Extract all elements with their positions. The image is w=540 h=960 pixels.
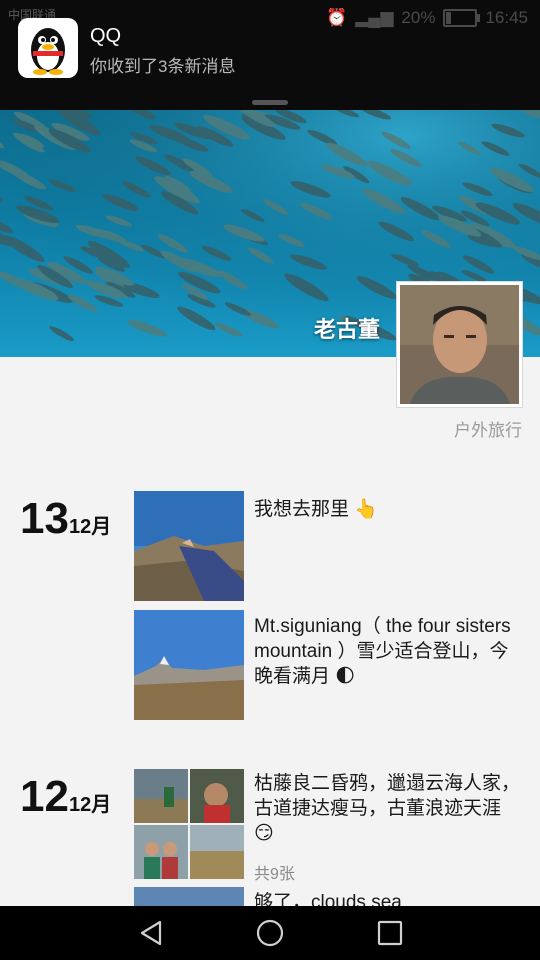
post-text[interactable]: Mt.siguniang（ the four sisters mountain … bbox=[254, 614, 524, 689]
smirk-emoji-icon: 😏 bbox=[254, 823, 274, 844]
notification-app-name: QQ bbox=[90, 25, 122, 47]
date-label: 1312月 bbox=[20, 494, 111, 544]
battery-icon bbox=[443, 9, 481, 27]
post-photo[interactable] bbox=[190, 769, 244, 823]
date-label: 1212月 bbox=[20, 772, 111, 822]
signal-icon: ▂▄▆ bbox=[355, 8, 394, 27]
alarm-icon: ⏰ bbox=[326, 8, 348, 27]
recents-square-icon[interactable] bbox=[375, 918, 405, 948]
home-circle-icon[interactable] bbox=[255, 918, 285, 948]
post-caption: Mt.siguniang（ the four sisters mountain … bbox=[254, 616, 511, 687]
post-photo[interactable] bbox=[190, 825, 244, 879]
post-caption: 枯藤良二昏鸦，邋遢云海人家，古道捷达瘦马，古董浪迹天涯 bbox=[254, 773, 521, 819]
post-text[interactable]: 够了，clouds sea bbox=[254, 890, 524, 906]
avatar[interactable] bbox=[396, 281, 523, 408]
month-label: 12月 bbox=[68, 516, 112, 538]
day-number: 12 bbox=[20, 772, 69, 821]
qq-penguin-icon[interactable] bbox=[18, 18, 78, 78]
post-caption: 够了，clouds sea bbox=[254, 892, 402, 906]
post-photo[interactable] bbox=[134, 825, 188, 879]
post-photo[interactable] bbox=[134, 769, 188, 823]
month-label: 12月 bbox=[68, 794, 112, 816]
notification-panel[interactable]: 中国联通 ⏰ ▂▄▆ 20% 16:45 QQ 你收到了3条新消息 bbox=[0, 0, 540, 110]
drag-handle[interactable] bbox=[252, 100, 288, 105]
post-photo[interactable] bbox=[134, 610, 244, 720]
profile-tag: 户外旅行 bbox=[454, 421, 522, 440]
day-number: 13 bbox=[20, 494, 69, 543]
post-text[interactable]: 枯藤良二昏鸦，邋遢云海人家，古道捷达瘦马，古董浪迹天涯 😏 bbox=[254, 771, 524, 846]
moon-emoji-icon: 🌓 bbox=[335, 666, 356, 687]
post-photo[interactable] bbox=[134, 887, 244, 907]
profile-nickname: 老古董 bbox=[313, 317, 380, 342]
navigation-bar bbox=[0, 906, 540, 960]
clock: 16:45 bbox=[485, 8, 528, 27]
notification-message: 你收到了3条新消息 bbox=[90, 57, 236, 76]
post-text[interactable]: 我想去那里 👆 bbox=[254, 497, 524, 522]
photo-count[interactable]: 共9张 bbox=[254, 860, 295, 884]
pointing-hand-icon: 👆 bbox=[354, 499, 378, 520]
post-caption: 我想去那里 bbox=[254, 499, 350, 520]
post-photo[interactable] bbox=[134, 491, 244, 601]
status-bar: 中国联通 ⏰ ▂▄▆ 20% 16:45 bbox=[0, 6, 540, 32]
back-triangle-icon[interactable] bbox=[136, 918, 166, 948]
battery-percent: 20% bbox=[401, 8, 436, 27]
